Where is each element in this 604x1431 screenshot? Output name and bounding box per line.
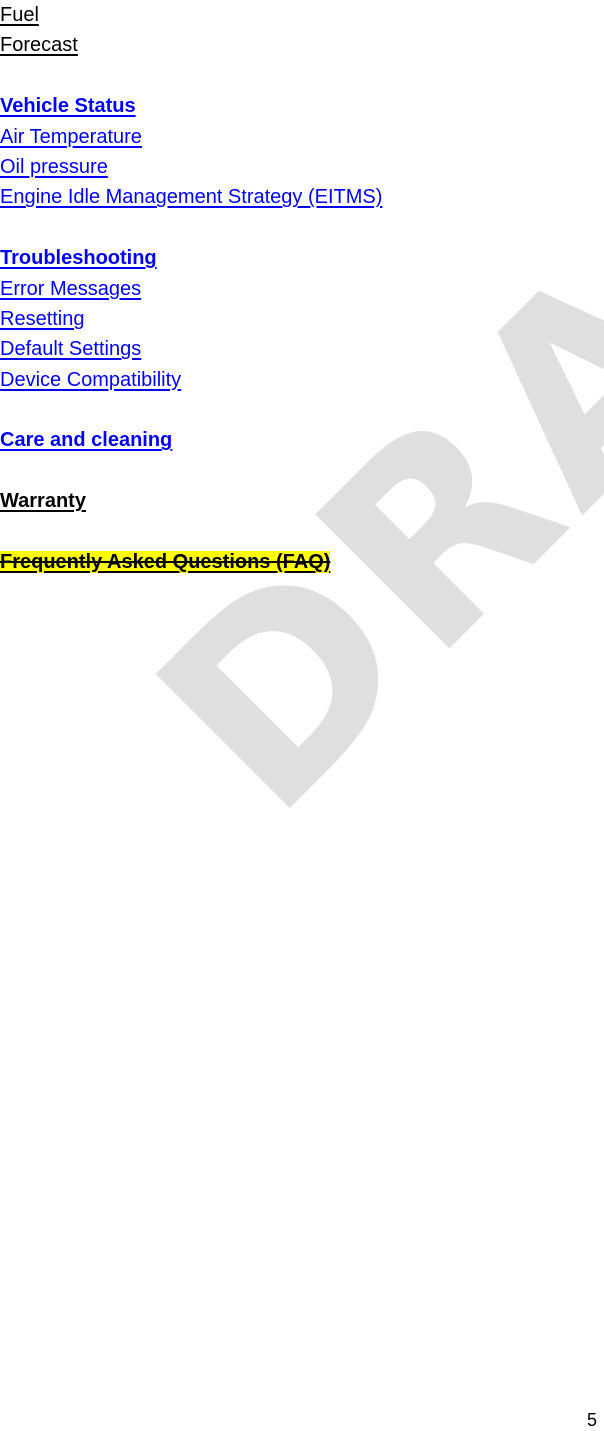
toc-entry[interactable]: Care and cleaning (0, 429, 172, 451)
toc-line: Resetting (0, 304, 604, 334)
page-number: 5 (586, 1410, 597, 1430)
toc-entry[interactable]: Default Settings (0, 338, 141, 360)
toc-line: Engine Idle Management Strategy (EITMS) (0, 182, 604, 212)
toc-line: Vehicle Status (0, 91, 604, 121)
toc-line: Warranty (0, 486, 604, 516)
toc-entry[interactable]: Device Compatibility (0, 369, 181, 391)
toc-entry: Forecast (0, 34, 78, 57)
toc-entry[interactable]: Error Messages (0, 278, 141, 300)
toc-entry[interactable]: Air Temperature (0, 126, 142, 148)
toc-line: Care and cleaning (0, 425, 604, 455)
table-of-contents: Fuel Forecast Vehicle Status Air Temperatur… (0, 0, 604, 577)
toc-entry: Fuel (0, 4, 39, 26)
toc-line: Fuel (0, 0, 604, 30)
toc-entry: Warranty (0, 490, 86, 513)
toc-spacer (0, 456, 604, 486)
toc-entry[interactable]: Frequently Asked Questions (FAQ) (0, 551, 331, 574)
toc-spacer (0, 213, 604, 243)
toc-spacer (0, 517, 604, 547)
toc-entry[interactable]: Engine Idle Management Strategy (EITMS) (0, 186, 382, 208)
toc-line: Forecast (0, 30, 604, 60)
toc-line: Troubleshooting (0, 243, 604, 273)
toc-line: Air Temperature (0, 122, 604, 152)
toc-spacer (0, 395, 604, 425)
document-page: DRAFT Fuel Forecast Vehicle Status Air Temp… (0, 0, 604, 1431)
toc-line: Default Settings (0, 334, 604, 364)
toc-line: Oil pressure (0, 152, 604, 182)
toc-entry[interactable]: Troubleshooting (0, 247, 157, 269)
toc-line: Device Compatibility (0, 365, 604, 395)
toc-spacer (0, 61, 604, 91)
toc-entry[interactable]: Resetting (0, 308, 85, 330)
toc-line: Frequently Asked Questions (FAQ) (0, 547, 604, 577)
toc-entry[interactable]: Vehicle Status (0, 95, 136, 117)
toc-line: Error Messages (0, 274, 604, 304)
toc-entry[interactable]: Oil pressure (0, 156, 108, 178)
